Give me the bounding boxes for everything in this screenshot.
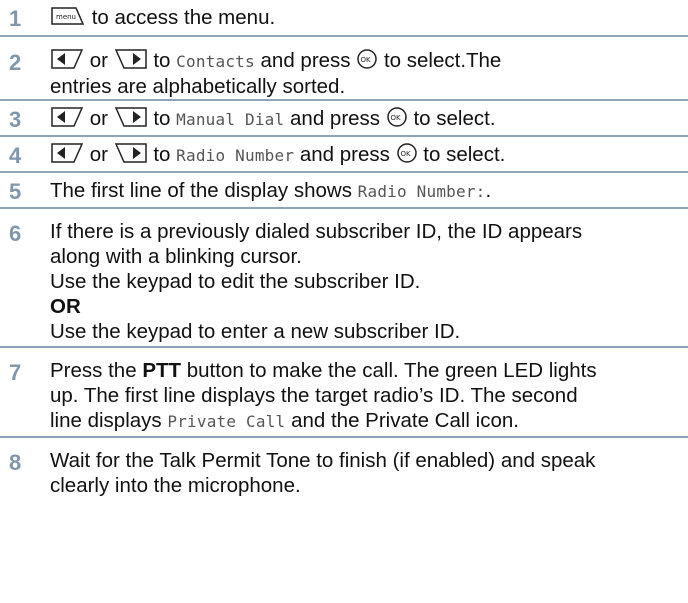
left-arrow-key-icon [50,142,84,164]
step-6: 6 If there is a previously dialed subscr… [0,209,688,348]
right-arrow-key-icon [114,106,148,128]
step-4: 4 or to Radio Number and press OK to sel… [0,137,688,173]
step-number: 7 [9,360,22,385]
step-text: clearly into the microphone. [50,474,301,497]
left-arrow-key-icon [50,106,84,128]
step-7: 7 Press the PTT button to make the call.… [0,348,688,438]
menu-key-icon: menu [50,5,86,27]
instruction-steps: 1 menu to access the menu. 2 or to Conta… [0,0,688,503]
step-number: 1 [9,6,22,31]
ok-button-icon: OK [386,106,408,128]
left-arrow-key-icon [50,48,84,70]
svg-text:OK: OK [400,150,411,158]
step-number: 5 [9,179,22,204]
ptt-label: PTT [142,359,182,382]
right-arrow-key-icon [114,48,148,70]
step-3: 3 or to Manual Dial and press OK to sele… [0,101,688,137]
ok-button-icon: OK [396,142,418,164]
menu-option: Contacts [176,52,255,71]
menu-option: Manual Dial [176,110,285,129]
step-8: 8 Wait for the Talk Permit Tone to finis… [0,438,688,503]
menu-option: Radio Number [176,146,295,165]
step-number: 3 [9,107,22,132]
right-arrow-key-icon [114,142,148,164]
step-text: to access the menu. [91,6,276,29]
ok-button-icon: OK [356,48,378,70]
display-text: Radio Number: [357,182,486,201]
step-number: 6 [9,221,22,246]
or-label: OR [50,295,81,318]
step-text: Use the keypad to edit the subscriber ID… [50,270,421,293]
step-1: 1 menu to access the menu. [0,0,688,37]
step-number: 8 [9,450,22,475]
step-5: 5 The first line of the display shows Ra… [0,173,688,209]
step-number: 4 [9,143,22,168]
step-text: Wait for the Talk Permit Tone to finish … [50,449,596,472]
display-text: Private Call [167,412,286,431]
step-text: along with a blinking cursor. [50,245,302,268]
step-number: 2 [9,50,22,75]
svg-text:menu: menu [56,13,76,21]
svg-text:OK: OK [361,56,372,64]
step-text: Use the keypad to enter a new subscriber… [50,320,461,343]
step-text: If there is a previously dialed subscrib… [50,220,583,243]
step-text: up. The first line displays the target r… [50,384,578,407]
svg-text:OK: OK [390,114,401,122]
step-text: entries are alphabetically sorted. [50,75,346,98]
step-text: The first line of the display shows [50,179,352,202]
step-2: 2 or to Contacts and press OK to select.… [0,37,688,101]
